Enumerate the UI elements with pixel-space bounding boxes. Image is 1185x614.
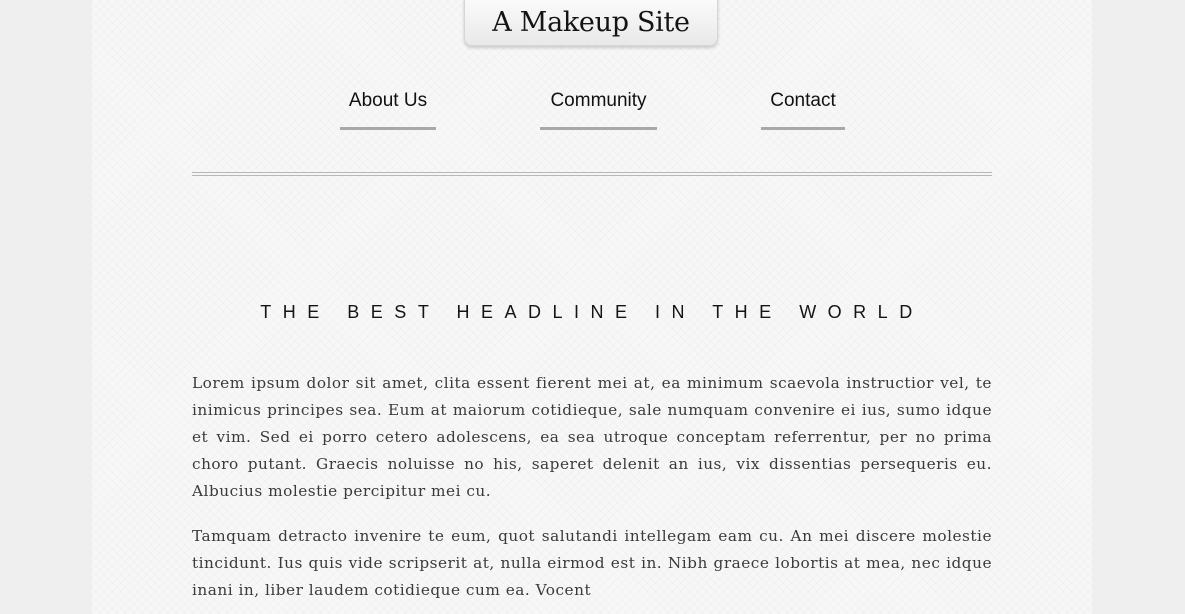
page-background-right <box>1092 0 1185 614</box>
page-background-left <box>0 0 92 614</box>
page-container: A Makeup Site About Us Community Contact… <box>92 0 1092 614</box>
main-nav: About Us Community Contact <box>92 88 1092 132</box>
page-headline: THE BEST HEADLINE IN THE WORLD <box>260 302 924 322</box>
body-paragraph: Lorem ipsum dolor sit amet, clita essent… <box>192 374 992 500</box>
site-title[interactable]: A Makeup Site <box>464 0 718 46</box>
header-divider <box>192 172 992 176</box>
nav-item-community[interactable]: Community <box>540 88 657 130</box>
nav-item-about-us[interactable]: About Us <box>340 88 436 130</box>
nav-item-contact[interactable]: Contact <box>761 88 845 130</box>
body-paragraph: Tamquam detracto invenire te eum, quot s… <box>192 527 992 599</box>
